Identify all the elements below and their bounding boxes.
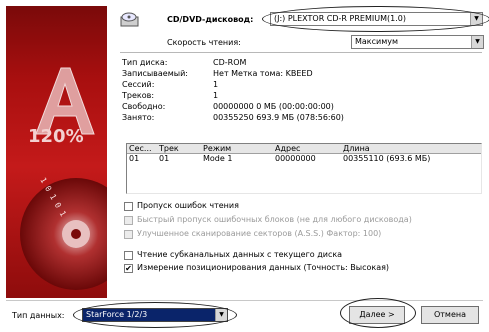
info-value: 00000000 0 МБ (00:00:00:00) [213,102,334,111]
cancel-button[interactable]: Отмена [421,306,479,324]
cell-session: 01 [129,154,140,163]
info-value: 1 [213,80,219,89]
option-checkbox[interactable]: ✔ [124,264,133,273]
datatype-select[interactable]: StarForce 1/2/3 ▼ [82,308,228,322]
cd-drive-icon [120,12,139,27]
chevron-down-icon[interactable]: ▼ [470,13,482,25]
chevron-down-icon[interactable]: ▼ [215,309,227,321]
drive-select-value: (J:) PLEXTOR CD-R PREMIUM(1.0) [274,14,406,23]
speed-select[interactable]: Максимум ▼ [351,35,484,49]
cell-mode: Mode 1 [203,154,233,163]
option-label[interactable]: Измерение позиционирования данных (Точно… [137,263,389,273]
option-checkbox [124,230,133,239]
option-checkbox [124,216,133,225]
info-label: Тип диска: [122,58,168,67]
option-label: Быстрый пропуск ошибочных блоков (не для… [137,215,412,224]
col-header-mode[interactable]: Режим [201,144,273,154]
option-label: Улучшенное сканирование секторов (A.S.S.… [137,229,382,238]
cell-track: 01 [159,154,170,163]
option-checkbox[interactable] [124,251,133,260]
drive-select[interactable]: (J:) PLEXTOR CD-R PREMIUM(1.0) ▼ [270,12,483,26]
info-label: Сессий: [122,80,155,89]
speed-label: Скорость чтения: [167,38,241,47]
col-header-address[interactable]: Адрес [273,144,341,154]
col-header-session[interactable]: Сес... [127,144,157,154]
speed-select-value: Максимум [355,37,399,46]
option-checkbox[interactable] [124,202,133,211]
col-header-length[interactable]: Длина [341,144,481,154]
logo-percent-text: 120% [28,126,84,147]
info-value: Нет Метка тома: KBEED [213,69,313,78]
separator [6,300,483,301]
info-value: 00355250 693.9 МБ (078:56:60) [213,113,344,122]
option-label[interactable]: Пропуск ошибок чтения [137,201,239,211]
alcohol-banner: 120% 1 0 1 0 1 [6,6,107,298]
datatype-label: Тип данных: [12,311,65,320]
banner-artwork [20,67,107,290]
table-row[interactable]: 01 01 Mode 1 00000000 00355110 (693.6 МБ… [127,154,481,163]
chevron-down-icon[interactable]: ▼ [471,36,483,48]
cell-address: 00000000 [275,154,316,163]
separator [120,52,482,53]
info-label: Занято: [122,113,155,122]
tracks-header-row: Сес... Трек Режим Адрес Длина [127,144,481,154]
next-button[interactable]: Далее > [349,306,405,324]
info-value: 1 [213,91,219,100]
datatype-select-value: StarForce 1/2/3 [86,310,148,319]
cell-length: 00355110 (693.6 МБ) [343,154,431,163]
info-label: Записываемый: [122,69,188,78]
info-label: Свободно: [122,102,166,111]
option-label[interactable]: Чтение субканальных данных с текущего ди… [137,250,342,260]
info-label: Треков: [122,91,155,100]
tracks-table[interactable]: Сес... Трек Режим Адрес Длина 01 01 Mode… [126,143,482,194]
info-value: CD-ROM [213,58,247,67]
drive-label: CD/DVD-дисковод: [167,15,254,24]
col-header-track[interactable]: Трек [157,144,201,154]
